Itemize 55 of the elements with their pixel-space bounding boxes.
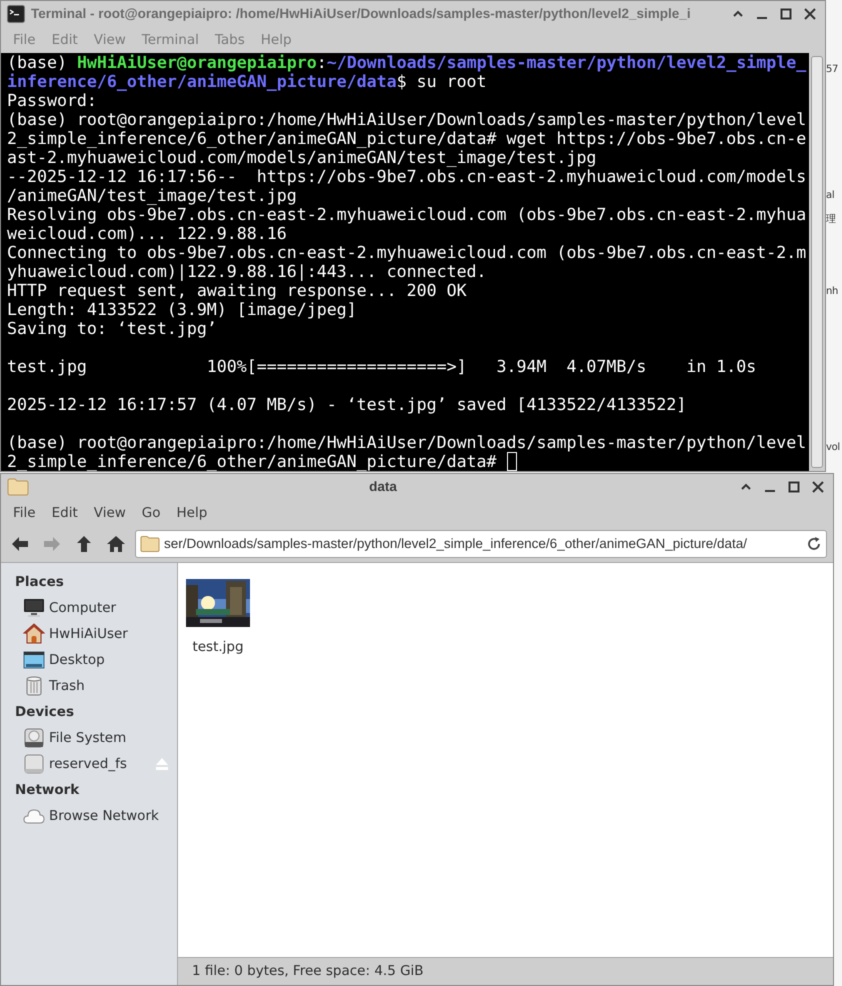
background-text: nh — [826, 285, 838, 299]
terminal-line: Resolving obs-9be7.obs.cn-east-2.myhuaweicloud.com (obs-9be7.obs.cn-east-2.myhua — [7, 205, 806, 224]
sidebar-item[interactable]: reserved_fs — [1, 751, 177, 777]
menu-item[interactable]: Go — [134, 500, 169, 526]
sidebar-item[interactable]: Desktop — [1, 647, 177, 673]
section-heading: Network — [14, 781, 80, 800]
terminal-line: (base) root@orangepiaipro:/home/HwHiAiUser/Downloads/samples-master/python/level — [7, 110, 806, 129]
monitor-icon — [23, 597, 45, 619]
terminal-line: Length: 4133522 (3.9M) [image/jpeg] — [7, 300, 357, 319]
menu-item[interactable]: Edit — [44, 500, 86, 526]
sidebar-item[interactable]: Browse Network — [1, 803, 177, 829]
menu-item[interactable]: View — [86, 500, 134, 526]
menu-item[interactable]: Help — [168, 500, 216, 526]
terminal-line: HTTP request sent, awaiting response... 200 OK — [7, 281, 467, 300]
location-field[interactable]: ser/Downloads/samples-master/python/level2_simple_inference/6_other/animeGAN_picture/data/ — [135, 530, 827, 558]
terminal-line: weicloud.com)... 122.9.88.16 — [7, 224, 287, 243]
house-icon — [23, 623, 45, 645]
terminal-line: Password: — [7, 91, 97, 110]
terminal-line: 2_simple_inference/6_other/animeGAN_picture/data# wget https://obs-9be7.obs.cn-e — [7, 129, 806, 148]
image-thumbnail-entry[interactable]: test.jpg — [178, 579, 258, 658]
section-heading: Devices — [14, 703, 75, 722]
terminal-line: 2025-12-12 16:17:57 (4.07 MB/s) - ‘test.jpg’ saved [4133522/4133522] — [7, 395, 686, 414]
section-heading: Places — [14, 573, 65, 592]
window-title: data — [368, 478, 398, 496]
home-icon — [105, 533, 127, 555]
terminal-line: Connecting to obs-9be7.obs.cn-east-2.myhuaweicloud.com (obs-9be7.obs.cn-east-2.m — [7, 243, 806, 262]
terminal-line: (base) HwHiAiUser@orangepiaipro:~/Downloads/samples-master/python/level2_simple_ — [7, 53, 808, 72]
sidebar-item[interactable]: HwHiAiUser — [1, 621, 177, 647]
reload-icon[interactable] — [806, 536, 822, 552]
sidebar-item[interactable]: Computer — [1, 595, 177, 621]
terminal-line: 2_simple_inference/6_other/animeGAN_picture/data# — [7, 452, 498, 471]
terminal-line: yhuaweicloud.com)|122.9.88.16|:443... connected. — [7, 262, 487, 281]
background-text: vol — [826, 441, 840, 455]
background-text: 理 — [826, 213, 836, 227]
terminal-icon — [7, 5, 25, 23]
scrollbar-thumb[interactable] — [811, 56, 823, 468]
desktop-icon — [23, 649, 45, 671]
drive-icon — [23, 753, 45, 775]
terminal-line: Saving to: ‘test.jpg’ — [7, 319, 217, 338]
terminal-line: test.jpg 100%[===================>] 3.94M 4.07MB/s in 1.0s — [7, 357, 756, 376]
folder-icon — [7, 477, 29, 497]
background-text: 57 — [826, 63, 838, 77]
menu-item[interactable]: File — [5, 500, 44, 526]
terminal-line: (base) root@orangepiaipro:/home/HwHiAiUser/Downloads/samples-master/python/level — [7, 433, 806, 452]
terminal-line: --2025-12-12 16:17:56-- https://obs-9be7.obs.cn-east-2.myhuaweicloud.com/models — [7, 167, 806, 186]
sidebar-item[interactable]: Trash — [1, 673, 177, 699]
background-text: al — [826, 189, 834, 203]
status-text: 1 file: 0 bytes, Free space: 4.5 GiB — [192, 962, 424, 982]
terminal-line: /animeGAN/test_image/test.jpg — [7, 186, 297, 205]
folder-icon — [140, 535, 160, 553]
window-title: Terminal - root@orangepiaipro: /home/HwHiAiUser/Downloads/samples-master/python/level2_simple_i — [31, 4, 692, 23]
hard-drive-icon — [23, 727, 45, 749]
sidebar-item[interactable]: File System — [1, 725, 177, 751]
terminal-line: ast-2.myhuaweicloud.com/models/animeGAN/test_image/test.jpg — [7, 148, 596, 167]
terminal-line: inference/6_other/animeGAN_picture/data$ su root — [7, 72, 488, 91]
